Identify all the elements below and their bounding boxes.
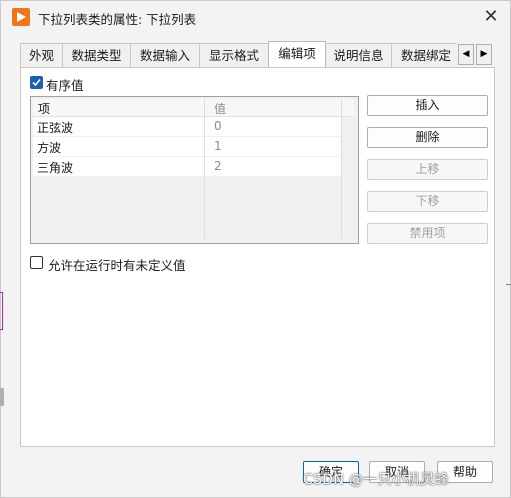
item-cell[interactable]: 三角波 bbox=[37, 159, 73, 176]
table-header: 项 值 bbox=[33, 99, 354, 117]
tab-strip: 外观 数据类型 数据输入 显示格式 编辑项 说明信息 数据绑定 bbox=[20, 41, 457, 67]
tab-appearance[interactable]: 外观 bbox=[20, 43, 63, 67]
table-row[interactable]: 方波 1 bbox=[33, 137, 341, 157]
column-divider bbox=[341, 99, 342, 239]
item-cell[interactable]: 正弦波 bbox=[37, 119, 73, 136]
window-title: 下拉列表类的属性: 下拉列表 bbox=[38, 12, 197, 27]
value-cell[interactable]: 1 bbox=[214, 139, 222, 153]
properties-dialog: 下拉列表类的属性: 下拉列表 ✕ 外观 数据类型 数据输入 显示格式 编辑项 说… bbox=[0, 0, 511, 498]
item-cell[interactable]: 方波 bbox=[37, 139, 61, 156]
labview-app-icon bbox=[12, 8, 30, 26]
background-fragment bbox=[506, 284, 511, 285]
tab-documentation[interactable]: 说明信息 bbox=[325, 43, 392, 67]
value-cell[interactable]: 0 bbox=[214, 119, 222, 133]
move-down-button[interactable]: 下移 bbox=[367, 191, 488, 212]
watermark: CSDN @一只小机灵蜂 bbox=[303, 472, 449, 488]
tab-edit-items[interactable]: 编辑项 bbox=[268, 41, 326, 67]
column-header-item: 项 bbox=[38, 102, 51, 116]
column-divider bbox=[204, 99, 205, 239]
tab-display-format[interactable]: 显示格式 bbox=[199, 43, 269, 67]
tab-data-binding[interactable]: 数据绑定 bbox=[391, 43, 457, 67]
ordered-values-label: 有序值 bbox=[46, 78, 84, 93]
allow-undefined-checkbox[interactable] bbox=[30, 256, 43, 269]
table-row[interactable]: 三角波 2 bbox=[33, 157, 341, 177]
background-fragment bbox=[0, 388, 4, 406]
tab-scroll-right-icon[interactable]: ▶ bbox=[476, 44, 492, 65]
background-fragment bbox=[0, 292, 3, 330]
value-cell[interactable]: 2 bbox=[214, 159, 222, 173]
tab-data-entry[interactable]: 数据输入 bbox=[130, 43, 200, 67]
move-up-button[interactable]: 上移 bbox=[367, 159, 488, 180]
ordered-values-checkbox[interactable] bbox=[30, 76, 43, 89]
items-table[interactable]: 项 值 正弦波 0 方波 1 三角波 2 bbox=[30, 96, 359, 244]
tab-scroll-left-icon[interactable]: ◀ bbox=[458, 44, 474, 65]
delete-button[interactable]: 删除 bbox=[367, 127, 488, 148]
tab-data-type[interactable]: 数据类型 bbox=[62, 43, 131, 67]
close-icon[interactable]: ✕ bbox=[480, 6, 502, 28]
title-bar: 下拉列表类的属性: 下拉列表 ✕ bbox=[1, 1, 510, 33]
table-row[interactable]: 正弦波 0 bbox=[33, 117, 341, 137]
column-header-value: 值 bbox=[214, 102, 227, 116]
disable-item-button[interactable]: 禁用项 bbox=[367, 223, 488, 244]
allow-undefined-label: 允许在运行时有未定义值 bbox=[48, 258, 186, 273]
insert-button[interactable]: 插入 bbox=[367, 95, 488, 116]
